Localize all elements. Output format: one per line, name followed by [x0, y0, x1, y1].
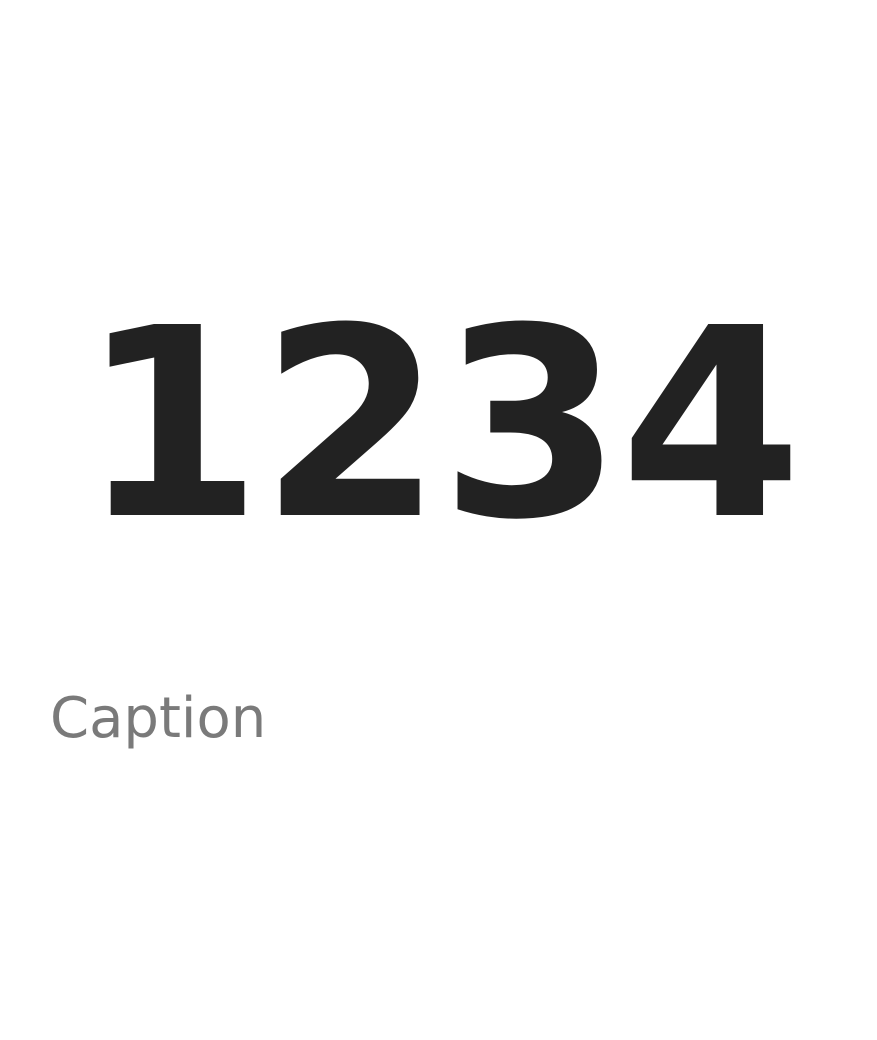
digit-4: 4: [620, 272, 803, 577]
digits-row: 1 2 3 4: [40, 280, 840, 570]
digit-1: 1: [80, 272, 263, 577]
screen: 1 2 3 4 Caption: [0, 0, 877, 1040]
caption-text: Caption: [50, 686, 267, 751]
digit-2: 2: [260, 272, 443, 577]
digit-3: 3: [440, 272, 623, 577]
